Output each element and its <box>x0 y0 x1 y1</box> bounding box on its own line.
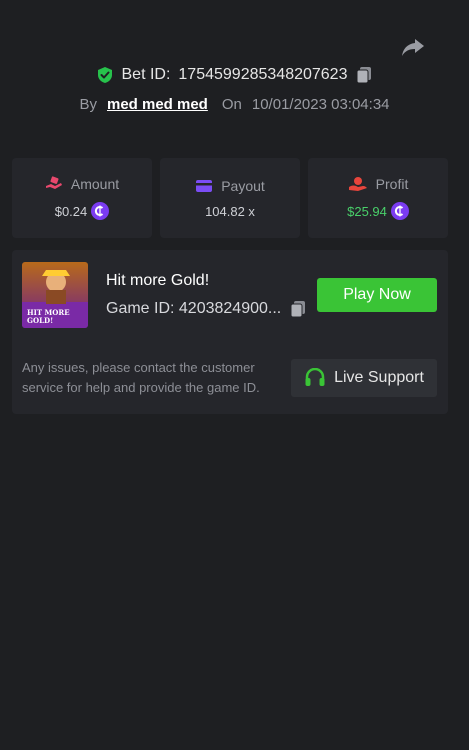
live-support-label: Live Support <box>334 369 424 386</box>
stat-profit: Profit $25.94 <box>308 158 448 238</box>
stat-profit-label: Profit <box>375 176 409 192</box>
coin-icon <box>91 202 110 220</box>
stat-profit-title: Profit <box>348 176 409 192</box>
game-card: HIT MORE GOLD! Hit more Gold! Game ID: 4… <box>12 250 448 414</box>
stat-payout-label: Payout <box>221 177 265 194</box>
bet-id-value: 1754599285348207623 <box>178 66 348 83</box>
by-row: By med med med On 10/01/2023 03:04:34 <box>0 96 469 113</box>
game-id-row: Game ID: 4203824900... <box>106 300 307 318</box>
support-text: Any issues, please contact the customer … <box>22 360 260 395</box>
game-thumbnail[interactable]: HIT MORE GOLD! <box>22 262 88 328</box>
play-now-button[interactable]: Play Now <box>317 278 437 312</box>
stat-amount-label: Amount <box>70 176 120 192</box>
username-link[interactable]: med med med <box>107 96 208 113</box>
copy-bet-id-button[interactable] <box>355 66 373 84</box>
headset-icon <box>305 368 325 386</box>
stat-payout-value-row: 104.82 x <box>205 204 255 219</box>
payout-card-icon <box>196 179 213 192</box>
share-icon <box>402 39 424 56</box>
stat-profit-value: $25.94 <box>347 203 387 219</box>
profit-hand-icon <box>348 177 367 191</box>
shield-check-icon <box>97 67 112 83</box>
stats-panel: Amount $0.24 Payout 104.82 x Profit $25.… <box>12 158 448 238</box>
bet-id-row: Bet ID: 1754599285348207623 <box>0 66 469 84</box>
stat-payout-value: 104.82 x <box>205 203 255 219</box>
stat-amount: Amount $0.24 <box>12 158 152 238</box>
live-support-button[interactable]: Live Support <box>291 359 437 397</box>
stat-payout-title: Payout <box>195 178 265 194</box>
on-label: On <box>221 96 242 113</box>
bet-datetime: 10/01/2023 03:04:34 <box>251 96 390 113</box>
stat-payout: Payout 104.82 x <box>160 158 300 238</box>
play-now-label: Play Now <box>343 286 411 303</box>
bet-id-label: Bet ID: <box>121 66 171 83</box>
stat-amount-title: Amount <box>45 176 119 192</box>
thumbnail-text-2: GOLD! <box>27 316 53 325</box>
stat-amount-value-row: $0.24 <box>55 202 110 220</box>
copy-icon <box>290 301 306 318</box>
share-button[interactable] <box>398 34 428 60</box>
game-id: Game ID: 4203824900... <box>106 300 282 317</box>
stat-profit-value-row: $25.94 <box>347 202 409 220</box>
game-title: Hit more Gold! <box>106 272 210 289</box>
amount-icon <box>45 176 62 189</box>
coin-icon <box>390 202 409 220</box>
copy-icon <box>356 67 372 84</box>
copy-game-id-button[interactable] <box>289 300 307 318</box>
stat-amount-value: $0.24 <box>54 203 88 219</box>
by-label: By <box>79 96 97 113</box>
